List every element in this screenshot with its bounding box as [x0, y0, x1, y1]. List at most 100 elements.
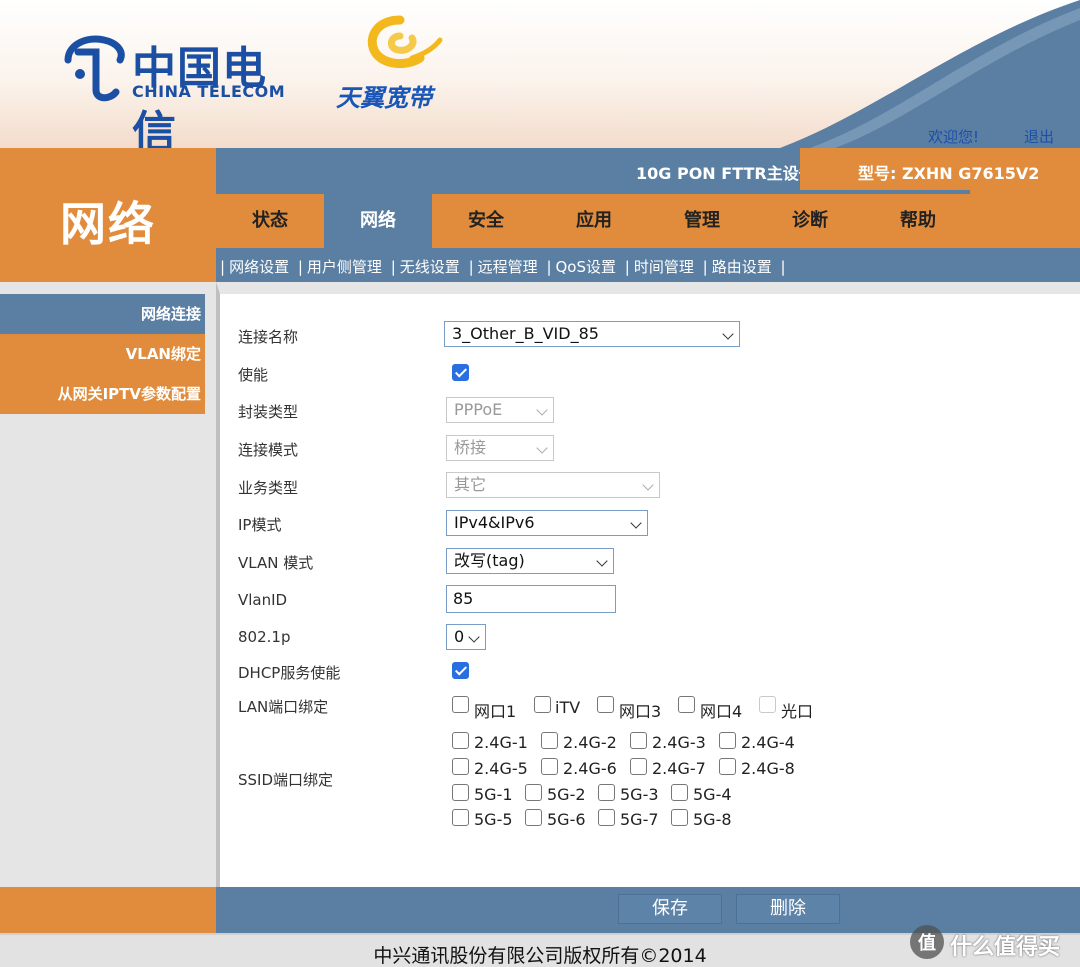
- save-button[interactable]: 保存: [618, 894, 722, 924]
- tab-status[interactable]: 状态: [216, 194, 324, 248]
- ssid-label: 5G-6: [547, 810, 586, 829]
- ssid-checkbox[interactable]: [719, 732, 736, 749]
- ssid-checkbox[interactable]: [598, 809, 615, 826]
- ip-mode-value: IPv4&IPv6: [454, 513, 535, 532]
- enable-checkbox[interactable]: [452, 364, 469, 381]
- ssid-checkbox[interactable]: [525, 784, 542, 801]
- ssid-checkbox[interactable]: [598, 784, 615, 801]
- service-type-value: 其它: [454, 475, 487, 494]
- subnav-qos[interactable]: QoS设置: [556, 258, 617, 276]
- ssid-label: 2.4G-7: [652, 759, 706, 778]
- lan-itv-label: iTV: [555, 698, 581, 717]
- subnav-user-side[interactable]: 用户侧管理: [307, 258, 382, 276]
- ssid-label: 2.4G-4: [741, 733, 795, 752]
- ip-mode-select[interactable]: IPv4&IPv6: [446, 510, 648, 536]
- encap-type-value: PPPoE: [454, 400, 503, 419]
- smzdm-logo-icon: 值: [910, 925, 944, 959]
- china-telecom-logo: 中国电信 CHINA TELECOM: [60, 30, 310, 148]
- model-box: 型号: ZXHN G7615V2: [800, 148, 1080, 190]
- lan-port3-checkbox[interactable]: [597, 696, 614, 713]
- tab-security[interactable]: 安全: [432, 194, 540, 248]
- tianyi-icon: [367, 15, 443, 69]
- service-type-select[interactable]: 其它: [446, 472, 660, 498]
- sub-nav: | 网络设置 | 用户侧管理 | 无线设置 | 远程管理 | QoS设置 | 时间管理 | 路…: [216, 256, 790, 277]
- page-header: 中国电信 CHINA TELECOM 天翼宽带 欢迎您! 退出: [0, 0, 1080, 148]
- tab-application[interactable]: 应用: [540, 194, 648, 248]
- subnav-remote[interactable]: 远程管理: [478, 258, 538, 276]
- conn-mode-value: 桥接: [454, 438, 487, 457]
- conn-mode-select[interactable]: 桥接: [446, 435, 554, 461]
- tab-management[interactable]: 管理: [648, 194, 756, 248]
- ssid-checkbox[interactable]: [452, 732, 469, 749]
- lan-port4-checkbox[interactable]: [678, 696, 695, 713]
- sub-nav-bar: | 网络设置 | 用户侧管理 | 无线设置 | 远程管理 | QoS设置 | 时间管理 | 路…: [216, 248, 1080, 282]
- lan-port4-label: 网口4: [700, 702, 743, 721]
- watermark-text: 什么值得买: [950, 935, 1061, 960]
- vlan-id-label: VlanID: [238, 591, 288, 609]
- dot1p-label: 802.1p: [238, 628, 291, 646]
- sidebar-item-vlan-binding[interactable]: VLAN绑定: [0, 334, 205, 374]
- vlan-mode-label: VLAN 模式: [238, 554, 314, 572]
- welcome-link[interactable]: 欢迎您!: [928, 126, 979, 147]
- chevron-down-icon: [536, 442, 548, 454]
- section-title-block: 网络: [0, 148, 216, 282]
- ssid-checkbox[interactable]: [452, 784, 469, 801]
- brand-en: CHINA TELECOM: [132, 82, 286, 101]
- connection-name-select[interactable]: 3_Other_B_VID_85: [444, 321, 740, 347]
- sub-nav-separator: |: [468, 258, 474, 276]
- subnav-wireless[interactable]: 无线设置: [400, 258, 460, 276]
- dot1p-select[interactable]: 0: [446, 624, 486, 650]
- dhcp-label: DHCP服务使能: [238, 664, 341, 682]
- sub-nav-separator: |: [390, 258, 396, 276]
- ssid-checkbox[interactable]: [452, 758, 469, 775]
- device-info-bar: 10G PON FTTR主设备 型号: ZXHN G7615V2: [216, 148, 1080, 190]
- encap-type-select[interactable]: PPPoE: [446, 397, 554, 423]
- ssid-checkbox[interactable]: [525, 809, 542, 826]
- dhcp-checkbox[interactable]: [452, 662, 469, 679]
- ssid-label: 2.4G-2: [563, 733, 617, 752]
- ssid-label: 2.4G-1: [474, 733, 528, 752]
- vlan-mode-select[interactable]: 改写(tag): [446, 548, 614, 574]
- logout-link[interactable]: 退出: [1024, 126, 1054, 147]
- chevron-down-icon: [642, 479, 654, 491]
- subnav-route[interactable]: 路由设置: [712, 258, 772, 276]
- ssid-label: 5G-2: [547, 785, 586, 804]
- connection-name-label: 连接名称: [238, 328, 299, 346]
- ssid-checkbox[interactable]: [719, 758, 736, 775]
- section-title: 网络: [60, 197, 156, 251]
- svg-text:值: 值: [918, 932, 936, 954]
- enable-label: 使能: [238, 366, 269, 384]
- ssid-checkbox[interactable]: [630, 732, 647, 749]
- ssid-checkbox[interactable]: [541, 758, 558, 775]
- main-content: 连接名称 3_Other_B_VID_85 使能 封装类型 PPPoE 连接模式…: [216, 282, 1080, 887]
- lan-port3-label: 网口3: [619, 702, 662, 721]
- sub-nav-separator: |: [546, 258, 552, 276]
- delete-button[interactable]: 删除: [736, 894, 840, 924]
- lan-optical-checkbox[interactable]: [759, 696, 776, 713]
- subnav-network-settings[interactable]: 网络设置: [229, 258, 289, 276]
- subnav-time[interactable]: 时间管理: [634, 258, 694, 276]
- sub-nav-separator: |: [220, 258, 226, 276]
- china-telecom-icon: [64, 35, 125, 102]
- ssid-label: 2.4G-8: [741, 759, 795, 778]
- tab-network[interactable]: 网络: [324, 194, 432, 248]
- lan-itv-checkbox[interactable]: [534, 696, 551, 713]
- lan-port1-checkbox[interactable]: [452, 696, 469, 713]
- ssid-checkbox[interactable]: [452, 809, 469, 826]
- sidebar-item-iptv-config[interactable]: 从网关IPTV参数配置: [0, 374, 205, 414]
- watermark: 值 什么值得买: [910, 923, 1080, 967]
- ssid-label: 5G-4: [693, 785, 732, 804]
- ssid-checkbox[interactable]: [671, 784, 688, 801]
- tab-help[interactable]: 帮助: [864, 194, 972, 248]
- vlan-id-input[interactable]: 85: [446, 585, 616, 613]
- sidebar-item-network-connection[interactable]: 网络连接: [0, 294, 205, 334]
- ssid-label: 5G-3: [620, 785, 659, 804]
- ssid-checkbox[interactable]: [671, 809, 688, 826]
- tab-diagnosis[interactable]: 诊断: [756, 194, 864, 248]
- ssid-checkbox[interactable]: [630, 758, 647, 775]
- model-label: 型号: ZXHN G7615V2: [858, 164, 1040, 183]
- sub-nav-separator: |: [624, 258, 630, 276]
- product-brand: 天翼宽带: [336, 84, 432, 112]
- ssid-checkbox[interactable]: [541, 732, 558, 749]
- ssid-label: 2.4G-6: [563, 759, 617, 778]
